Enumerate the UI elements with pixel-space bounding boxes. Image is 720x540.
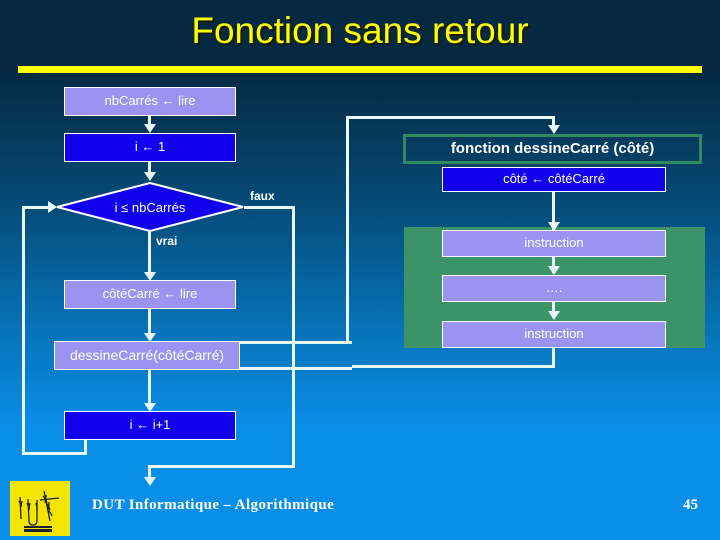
arrowhead-exit — [144, 477, 156, 486]
connector-false-vertical — [292, 206, 295, 468]
flow-node-label: nbCarrés ← lire — [104, 93, 196, 109]
flow-node-init-i[interactable]: i ← 1 — [64, 133, 236, 162]
function-step-label: instruction — [524, 235, 584, 251]
iut-logo-graphic — [18, 490, 60, 532]
arrowhead-cond — [144, 172, 156, 181]
function-header[interactable]: fonction dessineCarré (côté) — [403, 134, 702, 164]
function-step-label: instruction — [524, 326, 584, 342]
connector-exit-horizontal — [148, 465, 295, 468]
function-step-label: …. — [545, 280, 563, 296]
branch-label-true: vrai — [156, 234, 178, 248]
arrowhead-step3 — [548, 311, 560, 320]
function-step-3[interactable]: instruction — [442, 321, 666, 348]
function-header-label: fonction dessineCarré (côté) — [450, 139, 655, 157]
iut-logo — [10, 481, 70, 536]
arrowhead-init-i — [144, 124, 156, 133]
flow-node-inc-i[interactable]: i ← i+1 — [64, 411, 236, 440]
connector-loop-up — [22, 206, 25, 454]
flow-node-call-dessine[interactable]: dessineCarré(côtéCarré) — [54, 341, 240, 370]
flow-node-read-nb[interactable]: nbCarrés ← lire — [64, 87, 236, 116]
arrowhead-function-header — [548, 125, 560, 134]
function-step-1[interactable]: instruction — [442, 230, 666, 257]
connector-function-return — [352, 365, 555, 368]
slide: Fonction sans retour nbCarrés ← lire i ←… — [0, 0, 720, 540]
function-param-assign[interactable]: côté ← côtéCarré — [442, 167, 666, 192]
page-number: 45 — [683, 497, 698, 513]
connector-call-bottom — [240, 367, 352, 370]
connector-func-horizontal — [346, 116, 555, 119]
connector-func-vertical-left — [346, 116, 349, 341]
arrowhead-step2 — [548, 266, 560, 275]
flow-node-read-cote[interactable]: côtéCarré ← lire — [64, 280, 236, 309]
flow-node-condition[interactable]: i ≤ nbCarrés — [56, 182, 244, 232]
footer-text: DUT Informatique – Algorithmique — [92, 497, 335, 513]
connector-loop-into-cond — [22, 206, 50, 209]
flow-node-label: dessineCarré(côtéCarré) — [69, 346, 225, 363]
connector-true-vertical — [148, 231, 151, 277]
function-step-2[interactable]: …. — [442, 275, 666, 302]
page-title: Fonction sans retour — [191, 10, 529, 51]
flow-node-label: i ← 1 — [134, 139, 166, 155]
function-param-label: côté ← côtéCarré — [503, 171, 605, 187]
flow-node-label: côtéCarré ← lire — [102, 286, 198, 302]
arrowhead-loop-cond — [48, 201, 57, 213]
connector-loop-left — [22, 452, 87, 455]
flow-node-label: i ← i+1 — [129, 417, 171, 433]
branch-label-false: faux — [250, 189, 275, 203]
flow-node-label: i ≤ nbCarrés — [114, 199, 186, 215]
connector-false-horizontal — [244, 206, 295, 209]
title-divider — [18, 66, 702, 73]
connector-call-top — [240, 341, 352, 344]
